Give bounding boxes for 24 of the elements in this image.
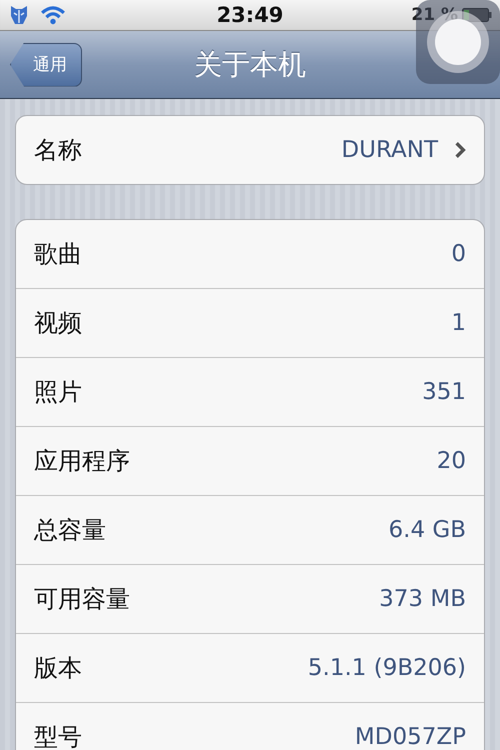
back-button[interactable]: 通用 (10, 42, 82, 86)
row-value: 351 (422, 379, 466, 405)
row-value: 5.1.1 (9B206) (308, 655, 466, 681)
row-label: 视频 (34, 308, 83, 339)
row-label: 名称 (34, 135, 83, 166)
row-label: 总容量 (34, 515, 107, 546)
row-label: 应用程序 (34, 446, 131, 477)
row-label: 可用容量 (34, 584, 131, 615)
clock-time: 23:49 (216, 3, 284, 27)
row-value: MD057ZP (354, 724, 466, 750)
row-label: 照片 (34, 377, 83, 408)
wifi-icon (40, 5, 66, 25)
row-label: 歌曲 (34, 239, 83, 270)
battery-icon (462, 8, 492, 22)
row-label: 型号 (34, 722, 83, 750)
row-value: 373 MB (379, 586, 466, 612)
row-value: 1 (451, 310, 466, 336)
row-value: DURANT (341, 137, 438, 163)
chevron-icon[interactable] (454, 141, 466, 159)
page-title: 关于本机 (194, 46, 306, 82)
row-label: 版本 (34, 653, 83, 684)
row-value: 6.4 GB (388, 517, 466, 543)
row-value: 20 (436, 448, 466, 474)
row-value: 0 (451, 241, 466, 267)
